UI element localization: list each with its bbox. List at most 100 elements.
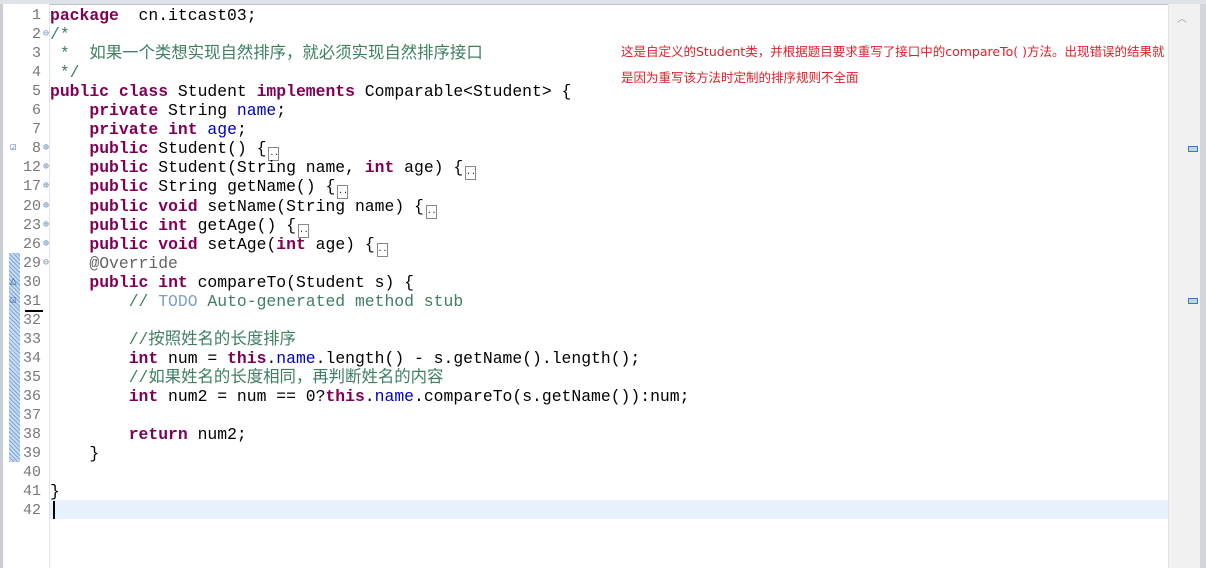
code-token: int	[168, 120, 198, 140]
code-token: return	[128, 425, 188, 445]
code-token: int	[128, 348, 159, 368]
code-line[interactable]: public class Student implements Comparab…	[50, 82, 571, 101]
code-token: .length() - s.getName().length();	[315, 348, 641, 368]
code-line[interactable]: //按照姓名的长度排序	[50, 330, 296, 349]
code-token: class	[118, 82, 169, 102]
line-number: 36	[22, 388, 41, 405]
code-token: String	[158, 101, 237, 121]
line-number: 23	[22, 216, 41, 234]
overview-ruler[interactable]: ︿	[1168, 4, 1201, 568]
code-line[interactable]: public Student() {..	[50, 139, 280, 162]
override-triangle-icon[interactable]: △	[10, 273, 17, 292]
code-token: @Override	[89, 253, 178, 273]
fold-expand-icon[interactable]: ⊕	[43, 139, 49, 158]
code-line[interactable]: private String name;	[50, 101, 286, 120]
code-line[interactable]: public Student(String name, int age) {..	[50, 158, 477, 181]
fold-expand-icon[interactable]: ⊕	[43, 197, 49, 216]
code-line[interactable]: * 如果一个类想实现自然排序，就必须实现自然排序接口	[50, 44, 483, 63]
code-line[interactable]: package cn.itcast03;	[50, 6, 257, 25]
code-token: /*	[50, 25, 70, 45]
line-number: 31	[22, 292, 41, 310]
line-number: 1	[31, 7, 41, 24]
code-token: age) {	[305, 234, 375, 254]
code-line[interactable]: }	[50, 482, 60, 501]
line-number: 7	[31, 121, 41, 139]
code-token: * 如果一个类想实现自然排序，就必须实现自然排序接口	[50, 44, 483, 64]
code-token: name	[236, 101, 277, 121]
line-number: 4	[31, 64, 41, 82]
line-number: 20	[22, 197, 41, 215]
fold-expand-icon[interactable]: ⊕	[43, 235, 49, 254]
code-line[interactable]: public void setAge(int age) {..	[50, 234, 388, 257]
line-number: 29	[22, 254, 41, 272]
code-token: Auto-generated method stub	[197, 291, 464, 311]
fold-collapse-icon[interactable]: ⊖	[43, 254, 49, 273]
code-token: public	[89, 196, 149, 216]
code-token: //按照姓名的长度排序	[128, 329, 296, 349]
code-token: this	[325, 387, 365, 406]
code-token: //如果姓名的长度相同，再判断姓名的内容	[128, 367, 444, 387]
code-token: name	[276, 348, 316, 368]
text-caret	[53, 501, 55, 519]
code-token: TODO	[158, 291, 198, 311]
code-line[interactable]: private int age;	[50, 120, 246, 140]
fold-collapse-icon[interactable]: ⊖	[43, 25, 49, 44]
line-number: 35	[22, 368, 41, 386]
code-token: package	[50, 6, 119, 25]
task-marker[interactable]	[1188, 298, 1198, 304]
code-token: private	[89, 120, 159, 140]
line-number: 42	[22, 502, 41, 520]
folded-code-icon[interactable]: ..	[376, 242, 388, 257]
code-token: //	[128, 291, 159, 311]
code-token: }	[50, 482, 60, 502]
task-checkbox-icon[interactable]: ☑	[10, 292, 17, 311]
code-line[interactable]: return num2;	[50, 425, 247, 444]
fold-expand-icon[interactable]: ⊕	[43, 158, 49, 177]
folded-code-icon[interactable]: ..	[425, 204, 437, 219]
code-line[interactable]: //如果姓名的长度相同，再判断姓名的内容	[50, 367, 444, 387]
code-token: implements	[256, 82, 355, 102]
code-token: public	[50, 82, 110, 102]
code-token: setAge(	[197, 234, 277, 254]
line-number: 40	[22, 464, 41, 482]
code-line[interactable]: public void setName(String name) {..	[50, 196, 437, 219]
code-token: num =	[158, 348, 228, 368]
fold-expand-icon[interactable]: ⊕	[43, 177, 49, 196]
code-line[interactable]: /*	[50, 25, 70, 44]
line-number: 17	[22, 178, 41, 196]
code-line[interactable]: int num2 = num == 0?this.name.compareTo(…	[50, 387, 690, 406]
line-number: 12	[22, 159, 41, 177]
line-number: 38	[22, 426, 41, 444]
code-line[interactable]: public String getName() {..	[50, 177, 349, 200]
line-number: 41	[22, 483, 41, 501]
code-line[interactable]: int num = this.name.length() - s.getName…	[50, 348, 641, 368]
code-line[interactable]: @Override	[50, 254, 178, 273]
task-marker[interactable]	[1188, 146, 1198, 152]
task-checkbox-icon[interactable]: ☑	[10, 139, 17, 158]
code-line[interactable]: }	[50, 444, 99, 463]
line-number: 32	[22, 311, 41, 329]
code-token: setName(String name) {	[197, 196, 424, 216]
line-number: 2	[31, 26, 41, 44]
code-line[interactable]: public int compareTo(Student s) {	[50, 273, 414, 292]
code-line[interactable]: // TODO Auto-generated method stub	[50, 292, 463, 311]
scroll-up-icon[interactable]: ︿	[1177, 10, 1187, 26]
code-token: getAge() {	[187, 215, 296, 235]
code-line[interactable]: */	[50, 63, 80, 82]
line-number-gutter[interactable]: 1 2 ⊖ 3 4 5 6 7 8 ⊕ ☑ 12 ⊕ 17 ⊕ 20 ⊕ 23 ⊕ 26 ⊕ 29 ⊖ 30 △ 31 ☑ 32 33 3…	[3, 4, 50, 568]
folded-code-icon[interactable]: ..	[465, 166, 477, 181]
fold-expand-icon[interactable]: ⊕	[43, 216, 49, 235]
code-token: public	[89, 177, 149, 197]
code-line[interactable]: public int getAge() {..	[50, 215, 309, 238]
